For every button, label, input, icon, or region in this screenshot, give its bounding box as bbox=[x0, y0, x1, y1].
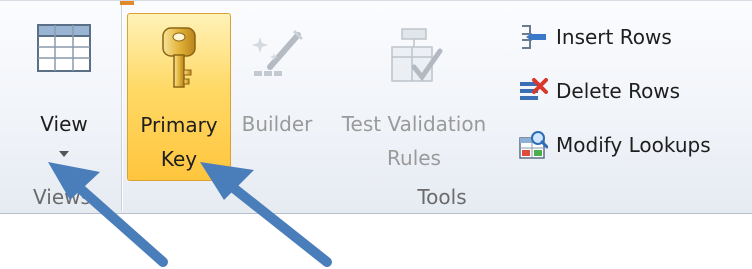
arrow-annotation-icon bbox=[200, 162, 332, 267]
arrow-annotation-icon bbox=[48, 162, 168, 267]
annotation-arrows bbox=[48, 162, 332, 267]
